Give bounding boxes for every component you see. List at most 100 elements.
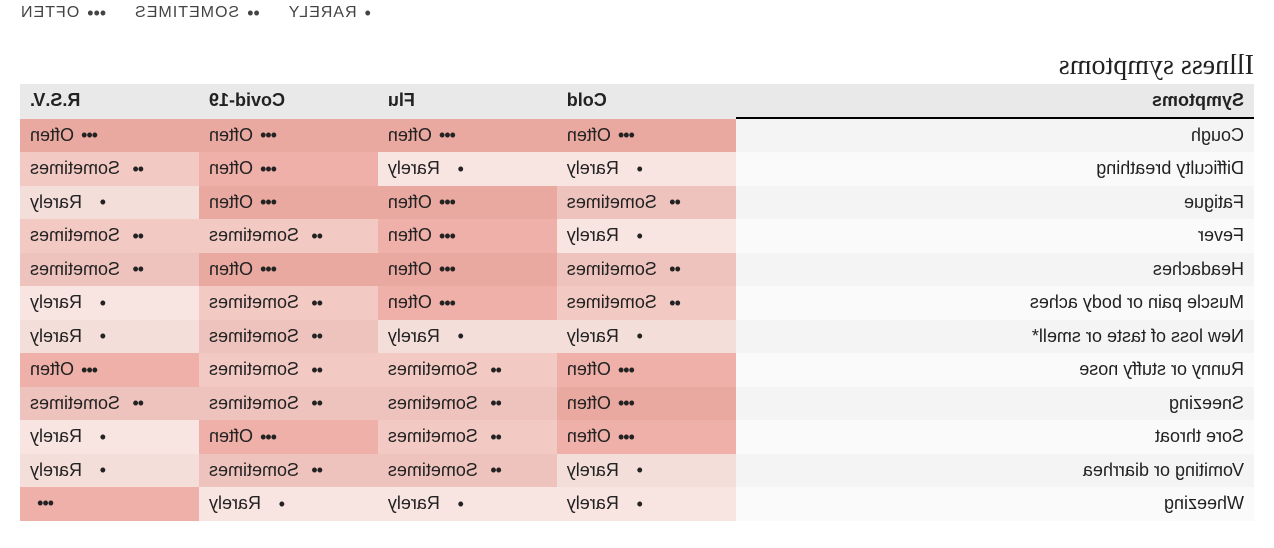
freq-cell: •••Often [557, 118, 736, 152]
freq-label: Sometimes [209, 457, 299, 484]
symptom-name: Fever [736, 219, 1254, 253]
freq-dots-icon: •• [301, 461, 323, 479]
table-row: Difficulty breathing•Rarely•Rarely•••Oft… [20, 152, 1254, 186]
freq-label: Often [567, 356, 611, 383]
freq-cell: ••Sometimes [557, 286, 736, 320]
freq-label: Sometimes [388, 423, 478, 450]
symptom-name: Difficulty breathing [736, 152, 1254, 186]
freq-cell: ••Sometimes [20, 387, 199, 421]
freq-cell: •Rarely [20, 286, 199, 320]
freq-label: Often [209, 189, 253, 216]
freq-dots-icon: •• [301, 327, 323, 345]
freq-dots-icon: • [621, 461, 643, 479]
freq-cell: •Rarely [20, 420, 199, 454]
freq-label: Sometimes [209, 289, 299, 316]
legend-often: ••• OFTEN [20, 4, 106, 22]
freq-label: Often [567, 423, 611, 450]
freq-cell: •••Often [199, 118, 378, 152]
freq-dots-icon: •• [659, 193, 681, 211]
freq-dots-icon: ••• [434, 193, 456, 211]
freq-dots-icon: ••• [434, 126, 456, 144]
freq-label: Often [567, 122, 611, 149]
freq-cell: ••Sometimes [378, 454, 557, 488]
freq-dots-icon: ••• [255, 126, 277, 144]
freq-cell: ••Sometimes [199, 387, 378, 421]
table-row: Muscle pain or body aches••Sometimes•••O… [20, 286, 1254, 320]
freq-label: Sometimes [30, 222, 120, 249]
symptom-name: Sneezing [736, 387, 1254, 421]
freq-cell: ••Sometimes [20, 219, 199, 253]
freq-cell: •Rarely [557, 219, 736, 253]
freq-dots-icon: •• [122, 160, 144, 178]
freq-dots-icon: • [84, 327, 106, 345]
freq-cell: ••Sometimes [199, 286, 378, 320]
freq-cell: •••Often [557, 353, 736, 387]
chart-title: Illness symptoms [20, 50, 1254, 82]
freq-dots-icon: • [84, 461, 106, 479]
freq-label: Often [388, 222, 432, 249]
freq-label: Often [388, 289, 432, 316]
freq-dots-icon: •• [301, 394, 323, 412]
symptom-name: Wheezing [736, 487, 1254, 521]
header-illness-2: Covid-19 [199, 84, 378, 118]
freq-cell: •••Often [378, 253, 557, 287]
table-row: Wheezing•Rarely•Rarely•Rarely••• [20, 487, 1254, 521]
freq-cell: •••Often [378, 118, 557, 152]
table-header-row: Symptoms Cold Flu Covid-19 R.S.V. [20, 84, 1254, 118]
freq-cell: ••Sometimes [199, 353, 378, 387]
freq-dots-icon: •• [301, 227, 323, 245]
freq-dots-icon: ••• [255, 193, 277, 211]
legend-often-dots: ••• [87, 4, 106, 22]
header-illness-1: Flu [378, 84, 557, 118]
freq-label: Rarely [388, 155, 440, 182]
freq-label: Sometimes [567, 289, 657, 316]
freq-dots-icon: • [621, 327, 643, 345]
freq-cell: •Rarely [557, 454, 736, 488]
freq-label: Often [209, 423, 253, 450]
freq-label: Rarely [209, 490, 261, 517]
freq-label: Rarely [567, 222, 619, 249]
freq-label: Rarely [30, 189, 82, 216]
symptom-name: Muscle pain or body aches [736, 286, 1254, 320]
freq-dots-icon: •• [480, 428, 502, 446]
freq-cell: •••Often [378, 219, 557, 253]
freq-dots-icon: • [84, 294, 106, 312]
legend-sometimes-label: SOMETIMES [134, 4, 239, 22]
freq-dots-icon: • [621, 160, 643, 178]
freq-cell: •••Often [199, 152, 378, 186]
freq-cell: •Rarely [378, 320, 557, 354]
freq-dots-icon: ••• [76, 126, 98, 144]
freq-cell: ••Sometimes [20, 253, 199, 287]
freq-cell: •••Often [557, 420, 736, 454]
freq-label: Rarely [30, 289, 82, 316]
freq-dots-icon: • [84, 428, 106, 446]
table-row: Cough•••Often•••Often•••Often•••Often [20, 118, 1254, 152]
symptom-name: Vomiting or diarrhea [736, 454, 1254, 488]
freq-label: Rarely [30, 323, 82, 350]
freq-cell: •Rarely [557, 152, 736, 186]
table-row: Headaches••Sometimes•••Often•••Often••So… [20, 253, 1254, 287]
freq-label: Rarely [567, 323, 619, 350]
freq-label: Rarely [567, 155, 619, 182]
freq-label: Sometimes [388, 457, 478, 484]
header-symptoms: Symptoms [736, 84, 1254, 118]
freq-cell: •••Often [199, 420, 378, 454]
table-row: Fatigue••Sometimes•••Often•••Often•Rarel… [20, 186, 1254, 220]
freq-dots-icon: • [263, 495, 285, 513]
freq-dots-icon: ••• [613, 428, 635, 446]
freq-dots-icon: ••• [32, 494, 54, 512]
freq-label: Sometimes [209, 222, 299, 249]
freq-dots-icon: • [442, 160, 464, 178]
freq-cell: •••Often [199, 186, 378, 220]
header-illness-3: R.S.V. [20, 84, 199, 118]
table-row: Fever•Rarely•••Often••Sometimes••Sometim… [20, 219, 1254, 253]
freq-cell: ••Sometimes [557, 186, 736, 220]
freq-dots-icon: •• [301, 294, 323, 312]
freq-label: Sometimes [30, 155, 120, 182]
freq-cell: ••Sometimes [557, 253, 736, 287]
freq-dots-icon: • [621, 227, 643, 245]
freq-cell: •••Often [557, 387, 736, 421]
freq-label: Often [30, 122, 74, 149]
freq-dots-icon: ••• [255, 428, 277, 446]
freq-dots-icon: •• [480, 394, 502, 412]
